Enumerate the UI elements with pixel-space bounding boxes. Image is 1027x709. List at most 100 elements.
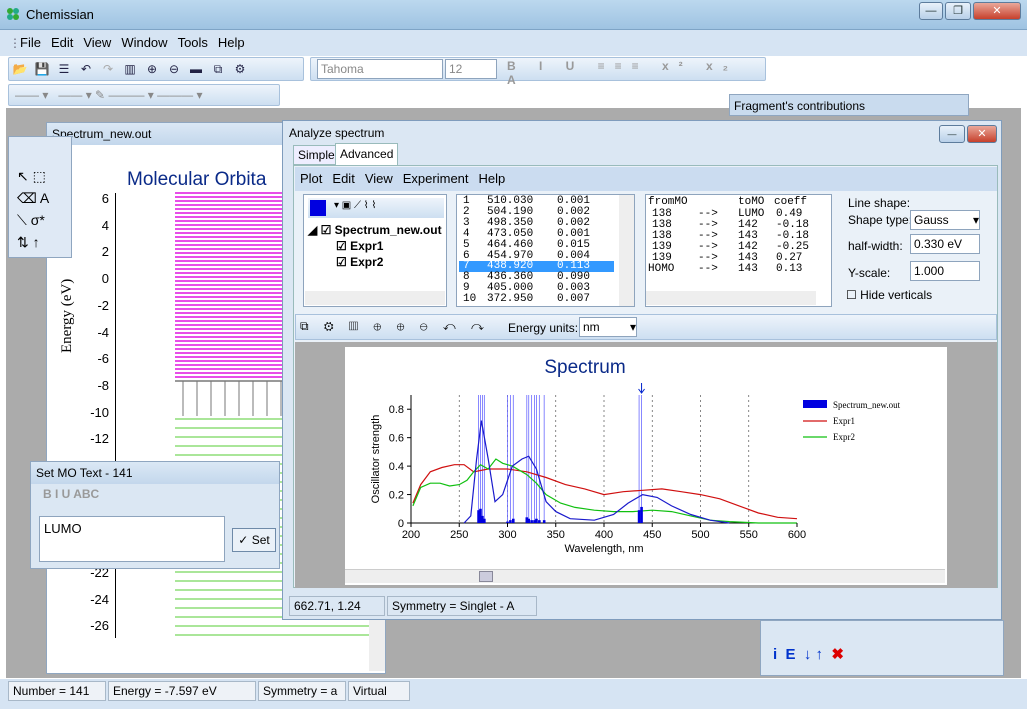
undo-icon[interactable]: ↶ [77,60,95,78]
analyze-menu-plot[interactable]: Plot [295,167,327,191]
close-button[interactable]: ✕ [973,2,1021,20]
line-style-icons[interactable]: —— ▾ —— ▾ ✎ ——— ▾ ——— ▾ [15,88,203,102]
bar [543,520,546,523]
half-width-input[interactable]: 0.330 eV [910,234,980,254]
transitions-scrollbar[interactable] [619,195,634,306]
bar [483,519,486,523]
transition-row[interactable]: 9405.0000.003 [459,283,614,294]
transition-row[interactable]: 1510.0300.001 [459,196,614,207]
menu-edit[interactable]: Edit [46,30,78,56]
tool-palette: ↖ ⬚⌫ A⟍ σ*⇅ ↑ [8,136,72,258]
transition-row[interactable]: 4473.0500.001 [459,229,614,240]
menu-window[interactable]: Window [116,30,172,56]
analyze-close[interactable]: ✕ [967,125,997,143]
format-buttons[interactable]: B I U ≡≡≡ x² x₂ A [507,59,765,87]
menu-tools[interactable]: Tools [173,30,213,56]
transitions-table[interactable]: 1510.0300.0012504.1900.0023498.3500.0024… [456,194,635,307]
chart-hscrollbar[interactable] [345,569,945,583]
analyze-menu-edit[interactable]: Edit [327,167,359,191]
contrib-header: coeff [774,196,807,208]
tree-root[interactable]: ◢ ☑ Spectrum_new.out [308,223,442,237]
minimize-button[interactable]: — [919,2,943,20]
bar [640,507,643,523]
series-color-swatch[interactable] [310,200,326,216]
status-energy: Energy = -7.597 eV [108,681,256,701]
open-icon[interactable]: 📂 [11,60,29,78]
tree-tool-icons[interactable]: ▾ ▣ ⟋ ⌇ ⌇ [334,200,376,211]
shape-type-select[interactable]: Gauss ▾ [910,210,980,230]
maximize-button[interactable]: ❐ [945,2,971,20]
analyze-menu-view[interactable]: View [360,167,398,191]
half-width-label: half-width: [848,239,903,253]
bar [527,519,530,523]
app-title: Chemissian [26,7,94,22]
chart-canvas[interactable]: 20025030035040045050055060000.20.40.60.8… [345,347,947,585]
spectrum-chart[interactable]: 20025030035040045050055060000.20.40.60.8… [345,347,947,569]
transition-row[interactable]: 3498.3500.002 [459,218,614,229]
x-tick-label: 200 [402,529,420,541]
font-name-select[interactable]: Tahoma [317,59,443,79]
energy-tick: 2 [81,244,109,259]
analyze-menu-help[interactable]: Help [474,167,511,191]
tab-advanced[interactable]: Advanced [335,143,398,165]
tree-item-expr1[interactable]: ☑ Expr1 [336,239,383,253]
redo-icon[interactable]: ↷ [99,60,117,78]
contributions-table[interactable]: fromMOtoMOcoeff138-->LUMO0.49138-->142-0… [645,194,832,307]
contrib-cell-c: 0.13 [776,263,802,275]
transition-row[interactable]: 5464.4600.015 [459,240,614,251]
transition-row[interactable]: 6454.9700.004 [459,251,614,262]
plot-tool-icons[interactable]: ⧉ ⚙ ▥ ⊕ ⊕ ⊖ ↶ ↷ [300,319,490,334]
bar [538,520,541,523]
plot-icon[interactable]: ▥ [121,60,139,78]
tree-item-expr2[interactable]: ☑ Expr2 [336,255,383,269]
analyze-menu-bar: PlotEditViewExperimentHelp [295,167,997,191]
analyze-minimize[interactable]: — [939,125,965,143]
standard-toolbar: 📂💾☰↶↷▥⊕⊖▬⧉⚙ [8,57,304,81]
save-icon[interactable]: 💾 [33,60,51,78]
x-tick-label: 400 [595,529,613,541]
energy-units-select[interactable]: nm▾ [579,317,637,337]
setmo-format-icons[interactable]: B I U ABC [43,487,99,501]
symmetry-status: Symmetry = Singlet - A [387,596,537,616]
font-size-select[interactable]: 12 [445,59,497,79]
tree-hscrollbar[interactable] [305,291,445,305]
contrib-header: toMO [738,196,764,208]
fragment-actions[interactable]: i E ↓ ↑ ✖ [773,645,844,663]
palette-tools[interactable]: ↖ ⬚⌫ A⟍ σ*⇅ ↑ [17,165,67,253]
copy-icon[interactable]: ⧉ [209,60,227,78]
energy-tick: -2 [81,298,109,313]
transition-row[interactable]: 2504.1900.002 [459,207,614,218]
contrib-scrollbar[interactable] [646,291,816,305]
tree-toolbar[interactable]: ▾ ▣ ⟋ ⌇ ⌇ [308,198,444,218]
line-shape-panel: Line shape: Shape type: Gauss ▾ half-wid… [838,194,992,307]
energy-tick: 4 [81,218,109,233]
y-tick-label: 0 [398,518,404,530]
contrib-cell-arrow: --> [698,263,718,275]
menu-view[interactable]: View [78,30,116,56]
list-icon[interactable]: ☰ [55,60,73,78]
y-scale-input[interactable]: 1.000 [910,261,980,281]
zoom-out-icon[interactable]: ⊖ [165,60,183,78]
tab-simple[interactable]: Simple [293,145,340,165]
transition-row[interactable]: 10372.9500.007 [459,294,614,305]
menu-help[interactable]: Help [213,30,250,56]
mo-text-input[interactable]: LUMO [39,516,225,562]
menu-file[interactable]: File [15,30,46,56]
set-button[interactable]: ✓ Set [232,528,276,552]
format-toolbar: Tahoma 12 B I U ≡≡≡ x² x₂ A [310,57,766,81]
coords-status: 662.71, 1.24 [289,596,385,616]
energy-tick: -4 [81,325,109,340]
contrib-cell-to: 143 [738,263,758,275]
transition-row[interactable]: 8436.3600.090 [459,272,614,283]
y-tick-label: 0.2 [389,490,404,502]
properties-icon[interactable]: ⚙ [231,60,249,78]
hide-verticals-checkbox[interactable]: ☐ Hide verticals [846,288,932,302]
chart-scroll-thumb[interactable] [479,571,493,582]
analyze-window: Analyze spectrum — ✕ Simple Advanced Plo… [282,120,1002,620]
legend-label: Expr2 [833,432,855,442]
zoom-in-icon[interactable]: ⊕ [143,60,161,78]
x-tick-label: 250 [450,529,468,541]
analyze-menu-experiment[interactable]: Experiment [398,167,474,191]
transition-row[interactable]: 7438.9200.113 [459,261,614,272]
color-bar-icon[interactable]: ▬ [187,60,205,78]
